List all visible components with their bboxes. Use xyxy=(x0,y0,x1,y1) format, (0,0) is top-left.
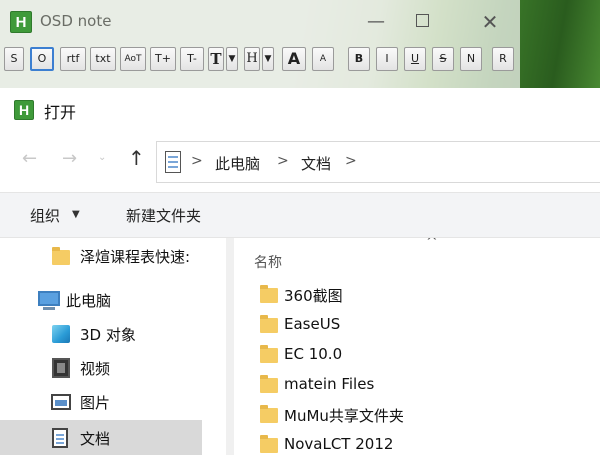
tb-normal-button[interactable]: N xyxy=(460,47,482,71)
sidebar-item-label: 视频 xyxy=(80,360,111,378)
navigation-bar: ← → ⌄ ↑ > 此电脑 > 文档 > xyxy=(0,138,600,183)
pictures-icon xyxy=(51,394,71,410)
tb-underline-button[interactable]: U xyxy=(404,47,426,71)
osd-titlebar[interactable]: H OSD note — ✕ xyxy=(0,0,520,44)
tb-font-dropdown[interactable]: ▼ xyxy=(226,47,238,71)
minimize-button[interactable]: — xyxy=(356,8,396,38)
file-name: EaseUS xyxy=(284,315,341,333)
tb-reset-button[interactable]: R xyxy=(492,47,514,71)
folder-icon xyxy=(260,345,278,363)
folder-icon xyxy=(260,285,278,303)
tb-strike-button[interactable]: S xyxy=(432,47,454,71)
up-arrow-icon[interactable]: ↑ xyxy=(128,146,145,170)
folder-icon xyxy=(260,435,278,453)
sidebar-item-label: 3D 对象 xyxy=(80,326,136,344)
breadcrumb-separator[interactable]: > xyxy=(345,153,357,169)
tb-height-dropdown[interactable]: ▼ xyxy=(262,47,274,71)
tb-height-button[interactable]: H xyxy=(244,47,260,71)
maximize-button[interactable] xyxy=(402,8,442,38)
breadcrumb-separator[interactable]: > xyxy=(191,153,203,169)
osd-note-window: H OSD note — ✕ S O rtf txt AoT T+ T- T ▼… xyxy=(0,0,600,96)
list-item[interactable]: EaseUS xyxy=(254,310,594,340)
file-name: 360截图 xyxy=(284,287,343,305)
sidebar-item-this-pc[interactable]: 此电脑 xyxy=(0,284,222,316)
sidebar-item-label: 泽煊课程表快速: xyxy=(80,248,191,266)
sort-ascending-icon[interactable]: ^ xyxy=(426,238,438,250)
tb-size-down-button[interactable]: A xyxy=(312,47,334,71)
open-file-dialog: H 打开 ← → ⌄ ↑ > 此电脑 > 文档 > 组织 ▼ 新建文件夹 泽煊课… xyxy=(0,88,600,455)
osd-app-logo-icon: H xyxy=(10,11,32,33)
maximize-icon xyxy=(415,14,429,27)
organize-button[interactable]: 组织 xyxy=(30,205,60,226)
list-item[interactable]: EC 10.0 xyxy=(254,340,594,370)
breadcrumb-this-pc[interactable]: 此电脑 xyxy=(215,153,260,174)
tb-o-button[interactable]: O xyxy=(30,47,54,71)
tb-tplus-button[interactable]: T+ xyxy=(150,47,176,71)
video-icon xyxy=(52,358,70,378)
sidebar-item-pictures[interactable]: 图片 xyxy=(0,386,222,418)
file-name: MuMu共享文件夹 xyxy=(284,407,404,425)
tb-size-up-button[interactable]: A xyxy=(282,47,306,71)
tb-bold-button[interactable]: B xyxy=(348,47,370,71)
tb-txt-button[interactable]: txt xyxy=(90,47,116,71)
navigation-pane: 泽煊课程表快速: 此电脑 3D 对象 视频 图片 文档 xyxy=(0,238,222,455)
list-item[interactable]: NovaLCT 2012 xyxy=(254,430,594,455)
tb-italic-button[interactable]: I xyxy=(376,47,398,71)
tb-tminus-button[interactable]: T- xyxy=(180,47,204,71)
back-arrow-icon[interactable]: ← xyxy=(22,148,37,169)
list-item[interactable]: matein Files xyxy=(254,370,594,400)
recent-locations-chevron-icon[interactable]: ⌄ xyxy=(98,152,106,163)
tb-font-button[interactable]: T xyxy=(208,47,224,71)
breadcrumb-separator[interactable]: > xyxy=(277,153,289,169)
3d-objects-icon xyxy=(52,325,70,343)
close-button[interactable]: ✕ xyxy=(470,8,510,38)
list-item[interactable]: 360截图 xyxy=(254,280,594,310)
address-bar[interactable]: > 此电脑 > 文档 > xyxy=(156,141,600,183)
tb-aot-button[interactable]: AoT xyxy=(120,47,146,71)
folder-icon xyxy=(52,247,70,265)
sidebar-item-label: 此电脑 xyxy=(66,292,112,310)
sidebar-item-videos[interactable]: 视频 xyxy=(0,352,222,384)
sidebar-item-label: 文档 xyxy=(80,430,111,448)
sidebar-item-label: 图片 xyxy=(80,394,111,412)
folder-icon xyxy=(260,315,278,333)
folder-icon xyxy=(260,375,278,393)
tb-rtf-button[interactable]: rtf xyxy=(60,47,86,71)
command-bar: 组织 ▼ 新建文件夹 xyxy=(0,192,600,238)
sidebar-item-3d-objects[interactable]: 3D 对象 xyxy=(0,318,222,350)
dialog-app-logo-icon: H xyxy=(14,100,34,120)
dialog-titlebar[interactable]: H 打开 xyxy=(0,88,600,130)
organize-dropdown-icon[interactable]: ▼ xyxy=(72,209,80,220)
osd-window-title: OSD note xyxy=(40,12,112,30)
documents-icon xyxy=(52,428,68,448)
file-name: matein Files xyxy=(284,375,375,393)
new-folder-button[interactable]: 新建文件夹 xyxy=(126,205,201,226)
tb-s-button[interactable]: S xyxy=(4,47,24,71)
sidebar-item-documents[interactable]: 文档 xyxy=(0,420,202,455)
dialog-title: 打开 xyxy=(44,103,77,122)
computer-icon xyxy=(38,291,60,310)
folder-icon xyxy=(260,405,278,423)
file-list: ^ 名称 360截图 EaseUS EC 10.0 matein Files M… xyxy=(234,238,600,455)
column-header-name[interactable]: 名称 xyxy=(254,252,282,272)
navigation-pane-scrollbar[interactable] xyxy=(226,238,234,455)
file-name: EC 10.0 xyxy=(284,345,343,363)
list-item[interactable]: MuMu共享文件夹 xyxy=(254,400,594,430)
documents-location-icon xyxy=(165,151,181,173)
sidebar-item-course-schedule[interactable]: 泽煊课程表快速: xyxy=(0,240,222,272)
forward-arrow-icon[interactable]: → xyxy=(62,148,77,169)
file-name: NovaLCT 2012 xyxy=(284,435,394,453)
breadcrumb-documents[interactable]: 文档 xyxy=(301,153,331,174)
